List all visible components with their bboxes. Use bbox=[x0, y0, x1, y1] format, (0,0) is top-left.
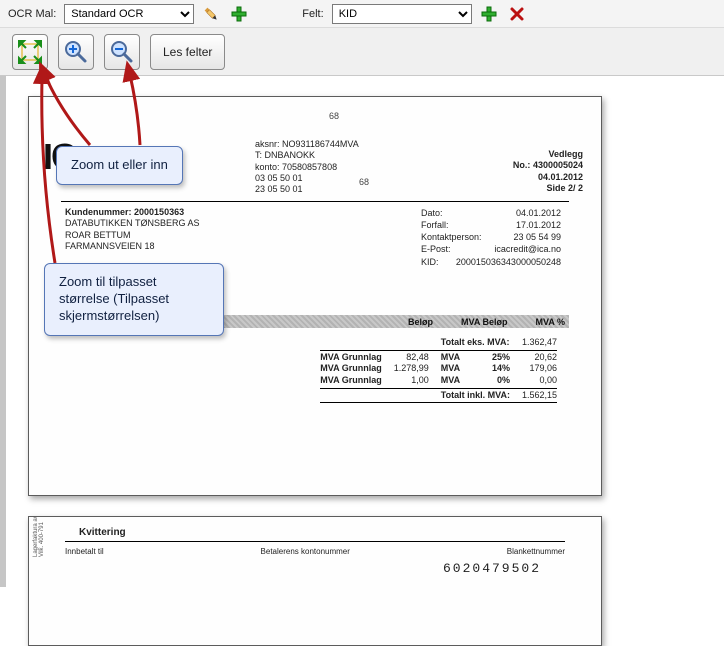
add-field-button[interactable] bbox=[478, 3, 500, 25]
ocr-mal-label: OCR Mal: bbox=[8, 8, 56, 20]
read-fields-button[interactable]: Les felter bbox=[150, 34, 225, 70]
org-phone1: 03 05 50 01 bbox=[255, 173, 359, 184]
add-template-button[interactable] bbox=[228, 3, 250, 25]
zoom-in-icon bbox=[63, 39, 89, 65]
org-bank: T: DNBANOKK bbox=[255, 150, 359, 161]
plus-icon bbox=[231, 6, 247, 22]
divider bbox=[61, 201, 569, 202]
zoom-fit-button[interactable] bbox=[12, 34, 48, 70]
vat-row: MVA Grunnlag1.278,99MVA14%179,06 bbox=[314, 363, 563, 375]
org-account: konto: 70580857808 bbox=[255, 162, 359, 173]
side-print-label: Lagerfaktura avVilk. 400-791 bbox=[33, 516, 45, 557]
zoom-out-button[interactable] bbox=[104, 34, 140, 70]
vat-row: MVA Grunnlag1,00MVA0%0,00 bbox=[314, 375, 563, 387]
fit-screen-icon bbox=[18, 40, 42, 64]
attachment-info: Vedlegg No.: 4300005024 04.01.2012 Side … bbox=[513, 149, 583, 194]
callout-text: Zoom til tilpasset størrelse (Tilpasset … bbox=[59, 274, 169, 323]
callout-zoom-in-out: Zoom ut eller inn bbox=[56, 146, 183, 185]
remove-field-button[interactable] bbox=[506, 3, 528, 25]
receipt-title: Kvittering bbox=[79, 527, 126, 538]
org-vat: aksnr: NO931186744MVA bbox=[255, 139, 359, 150]
blankett-number: 6020479502 bbox=[443, 561, 541, 576]
vat-summary: Totalt eks. MVA:1.362,47 MVA Grunnlag82,… bbox=[314, 337, 563, 404]
felt-label: Felt: bbox=[302, 8, 323, 20]
pencil-icon bbox=[203, 6, 219, 22]
callout-text: Zoom ut eller inn bbox=[71, 157, 168, 172]
toolbar-zoom-row: Les felter bbox=[0, 28, 724, 76]
zoom-in-button[interactable] bbox=[58, 34, 94, 70]
ocr-mal-combo[interactable]: Standard OCR bbox=[64, 4, 194, 24]
remove-icon bbox=[509, 6, 525, 22]
receipt-page: Lagerfaktura avVilk. 400-791 Kvittering … bbox=[28, 516, 602, 646]
zoom-out-icon bbox=[109, 39, 135, 65]
vedlegg-label: Vedlegg bbox=[548, 149, 583, 159]
page-marker: 68 bbox=[359, 177, 369, 187]
toolbar-ocr-row: OCR Mal: Standard OCR Felt: KID bbox=[0, 0, 724, 28]
org-phone2: 23 05 50 01 bbox=[255, 184, 359, 195]
page-marker: 68 bbox=[329, 111, 339, 121]
divider bbox=[65, 541, 565, 542]
receipt-columns: Innbetalt til Betalerens kontonummer Bla… bbox=[65, 547, 565, 556]
plus-icon bbox=[481, 6, 497, 22]
vat-row: MVA Grunnlag82,48MVA25%20,62 bbox=[314, 352, 563, 364]
org-info: aksnr: NO931186744MVA T: DNBANOKK konto:… bbox=[255, 139, 359, 195]
vedlegg-date: 04.01.2012 bbox=[538, 172, 583, 182]
felt-combo[interactable]: KID bbox=[332, 4, 472, 24]
callout-zoom-fit: Zoom til tilpasset størrelse (Tilpasset … bbox=[44, 263, 224, 336]
vedlegg-page: Side 2/ 2 bbox=[546, 183, 583, 193]
meta-values: 04.01.2012 17.01.2012 23 05 54 99 icacre… bbox=[456, 207, 561, 268]
edit-template-button[interactable] bbox=[200, 3, 222, 25]
customer-address: Kundenummer: 2000150363 DATABUTIKKEN TØN… bbox=[65, 207, 200, 252]
